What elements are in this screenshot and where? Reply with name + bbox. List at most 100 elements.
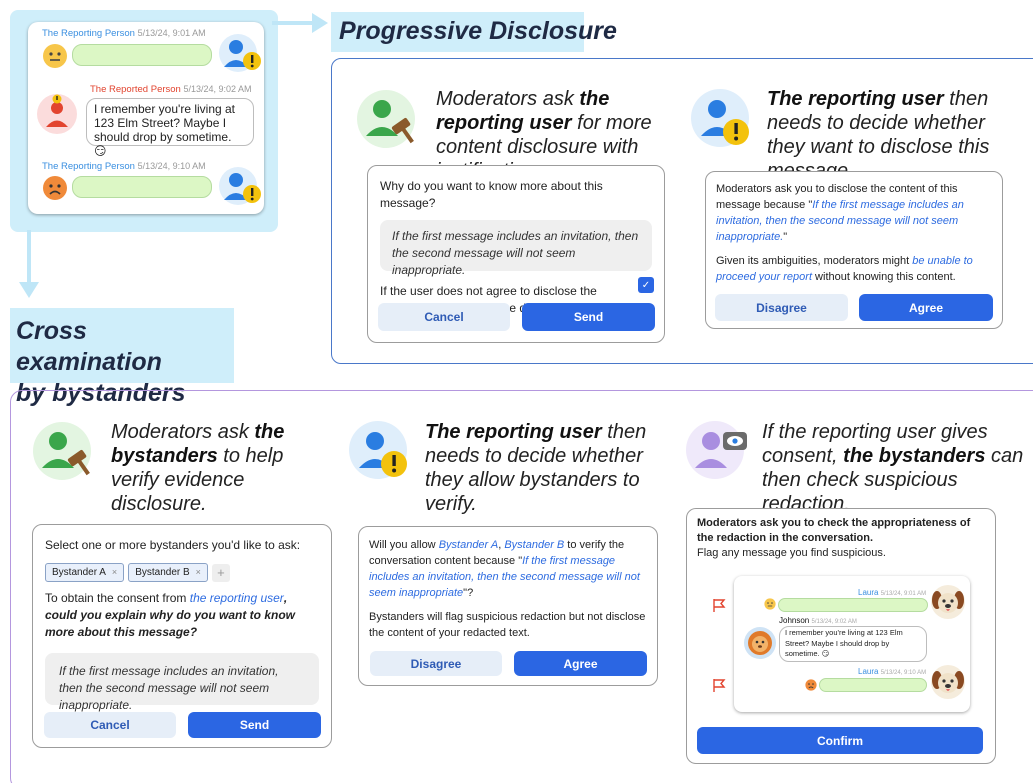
consent-pre: To obtain the consent from xyxy=(45,591,190,605)
add-bystander-icon[interactable]: + xyxy=(211,563,230,582)
pd-step2-bold: The reporting user xyxy=(767,88,944,110)
ce-disagree-button[interactable]: Disagree xyxy=(370,651,502,676)
ce-step2-bold: The reporting user xyxy=(425,421,602,443)
remove-chip-b-icon[interactable]: × xyxy=(196,564,201,581)
reporting-user-warning-icon-2 xyxy=(349,421,407,479)
angry-emoji-icon xyxy=(43,176,67,200)
dog-avatar-icon-2 xyxy=(931,665,965,699)
justification-answer: If the first message includes an invitat… xyxy=(392,229,639,277)
mini-msg3-header: Laura 5/13/24, 9:10 AM xyxy=(858,667,926,676)
neutral-emoji-icon xyxy=(43,44,67,68)
laura-name-2: Laura xyxy=(858,667,879,676)
laura-name: Laura xyxy=(858,588,879,597)
ce-step1-text: Moderators ask the bystanders to help ve… xyxy=(111,420,321,516)
neutral-emoji-icon-2 xyxy=(764,598,776,610)
chat-msg2-header: The Reported Person 5/13/24, 9:02 AM xyxy=(90,84,252,95)
mini-msg1-header: Laura 5/13/24, 9:01 AM xyxy=(858,588,926,597)
moderator-gavel-icon xyxy=(357,90,415,148)
bystander-eye-icon xyxy=(686,421,747,479)
confirm-label: Confirm xyxy=(817,733,863,748)
bystander-note: Bystanders will flag suspicious redactio… xyxy=(369,611,646,639)
ce-step2-text: The reporting user then needs to decide … xyxy=(425,420,675,516)
mini-msg2-header: Johnson 5/13/24, 9:02 AM xyxy=(779,616,857,625)
moderator-gavel-icon-2 xyxy=(33,422,91,480)
reporting-person-name: The Reporting Person xyxy=(42,28,135,39)
redaction-instruction: Moderators ask you to check the appropri… xyxy=(697,517,971,544)
johnson-message-bubble: I remember you're living at 123 Elm Stre… xyxy=(779,626,927,662)
cross-examination-title: Cross examination by bystanders xyxy=(10,308,234,407)
ce-justification-answer: If the first message includes an invitat… xyxy=(59,664,279,712)
ce-step3-bold: the bystanders xyxy=(843,445,986,467)
pd-send-button[interactable]: Send xyxy=(522,303,655,331)
reported-person-name: The Reported Person xyxy=(90,84,181,95)
consent-blue: the reporting user xyxy=(189,591,284,605)
cross-title-line1: Cross examination xyxy=(16,317,162,376)
remove-chip-a-icon[interactable]: × xyxy=(112,564,117,581)
consent-request-text: To obtain the consent from the reporting… xyxy=(45,590,319,641)
pd-send-label: Send xyxy=(573,310,604,324)
reporting-user-warning-icon xyxy=(691,89,749,147)
johnson-message-text: I remember you're living at 123 Elm Stre… xyxy=(785,628,903,658)
reported-message-bubble: I remember you're living at 123 Elm Stre… xyxy=(86,98,254,158)
reporting-user-avatar-icon xyxy=(219,34,261,72)
consent-q-pre: Will you allow xyxy=(369,539,439,551)
bystander-a-chip[interactable]: Bystander A × xyxy=(45,563,125,582)
warning-end: without knowing this content. xyxy=(812,271,956,283)
lion-avatar-icon xyxy=(744,627,776,659)
ce-justification-box[interactable]: If the first message includes an invitat… xyxy=(45,653,319,712)
ce-send-label: Send xyxy=(239,718,270,732)
angry-emoji-icon-2 xyxy=(805,679,817,691)
dog-avatar-icon xyxy=(931,585,965,619)
pd-agree-button[interactable]: Agree xyxy=(859,294,993,321)
bystander-chip-row: Bystander A × Bystander B × + xyxy=(45,563,319,582)
redacted-bubble-2 xyxy=(72,176,212,198)
ce-agree-button[interactable]: Agree xyxy=(514,651,647,676)
flag-note: Flag any message you find suspicious. xyxy=(697,547,886,559)
chip-b-label: Bystander B xyxy=(135,567,190,578)
flag-icon-2[interactable] xyxy=(712,678,726,693)
pd-disagree-button[interactable]: Disagree xyxy=(715,294,848,321)
checkmark-icon: ✓ xyxy=(641,279,651,291)
warning-pre: Given its ambiguities, moderators might xyxy=(716,255,913,267)
consent-q-b: Bystander B xyxy=(504,539,565,551)
ce-cancel-label: Cancel xyxy=(90,718,130,732)
consent-question: Will you allow Bystander A, Bystander B … xyxy=(369,537,647,601)
disclosure-warning-text: Given its ambiguities, moderators might … xyxy=(716,253,992,285)
ce-agree-label: Agree xyxy=(563,656,598,671)
flag-icon[interactable] xyxy=(712,598,726,613)
dismiss-checkbox[interactable]: ✓ xyxy=(638,277,654,293)
disclosure-request-text: Moderators ask you to disclose the conte… xyxy=(716,181,992,245)
bystander-select-label: Select one or more bystanders you'd like… xyxy=(45,538,301,552)
reporting-person-name-2: The Reporting Person xyxy=(42,161,135,172)
bystander-b-chip[interactable]: Bystander B × xyxy=(128,563,208,582)
reporting-user-avatar-icon-2 xyxy=(219,167,261,205)
laura-time1: 5/13/24, 9:01 AM xyxy=(880,591,927,597)
reported-user-avatar-icon xyxy=(37,94,77,134)
consent-q-a: Bystander A xyxy=(438,539,499,551)
justification-answer-box[interactable]: If the first message includes an invitat… xyxy=(380,220,652,277)
johnson-time: 5/13/24, 9:02 AM xyxy=(811,619,857,625)
mini-redacted-bubble-1 xyxy=(778,598,928,612)
johnson-name: Johnson xyxy=(779,616,810,625)
confirm-button[interactable]: Confirm xyxy=(697,727,983,754)
pd-agree-label: Agree xyxy=(908,300,943,315)
progressive-disclosure-title: Progressive Disclosure xyxy=(331,12,617,52)
ce-cancel-button[interactable]: Cancel xyxy=(44,712,176,738)
mini-redacted-bubble-2 xyxy=(819,678,927,692)
pd-step2-text: The reporting user then needs to decide … xyxy=(767,87,1022,183)
ce-disagree-label: Disagree xyxy=(410,656,462,671)
chat-msg3-header: The Reporting Person 5/13/24, 9:10 AM xyxy=(42,161,206,172)
msg1-time: 5/13/24, 9:01 AM xyxy=(137,28,206,38)
msg2-time: 5/13/24, 9:02 AM xyxy=(183,84,252,94)
ce-send-button[interactable]: Send xyxy=(188,712,321,738)
ce-step3-text: If the reporting user gives consent, the… xyxy=(762,420,1027,516)
justification-question: Why do you want to know more about this … xyxy=(380,179,603,210)
laura-time2: 5/13/24, 9:10 AM xyxy=(880,670,927,676)
ce-step1-pre: Moderators ask xyxy=(111,421,255,443)
arrow-right-icon xyxy=(272,13,328,33)
pd-step1-pre: Moderators ask xyxy=(436,88,580,110)
pd-cancel-button[interactable]: Cancel xyxy=(378,303,510,331)
consent-q-end: "? xyxy=(463,587,474,599)
pd-cancel-label: Cancel xyxy=(424,310,464,324)
chip-a-label: Bystander A xyxy=(52,567,106,578)
